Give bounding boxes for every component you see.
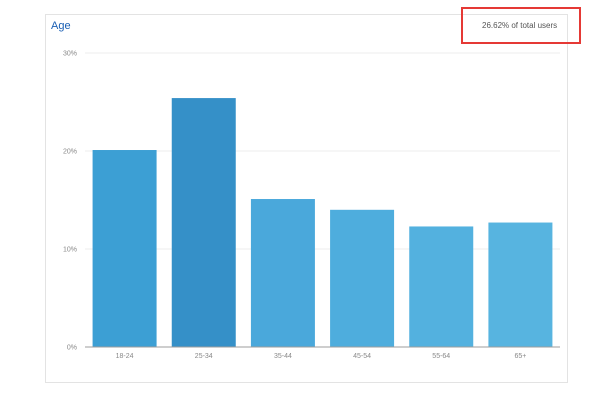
bar-65+[interactable] bbox=[488, 222, 553, 347]
y-tick-label: 0% bbox=[67, 345, 77, 352]
bar-45-54[interactable] bbox=[330, 209, 395, 347]
bar-55-64[interactable] bbox=[409, 226, 474, 347]
x-tick-label: 65+ bbox=[514, 353, 526, 360]
bar-25-34[interactable] bbox=[171, 98, 236, 347]
x-tick-label: 35-44 bbox=[274, 353, 292, 360]
x-tick-label: 25-34 bbox=[195, 353, 213, 360]
y-tick-label: 30% bbox=[63, 51, 77, 58]
x-tick-label: 45-54 bbox=[353, 353, 371, 360]
y-tick-label: 10% bbox=[63, 247, 77, 254]
y-tick-label: 20% bbox=[63, 149, 77, 156]
x-tick-label: 55-64 bbox=[432, 353, 450, 360]
x-tick-label: 18-24 bbox=[116, 353, 134, 360]
bar-35-44[interactable] bbox=[250, 199, 315, 347]
bar-18-24[interactable] bbox=[92, 150, 157, 347]
age-bar-chart: 0% 10% 20% 30% 18-24 25-34 35-44 45-54 55-64 65+ bbox=[63, 51, 560, 360]
